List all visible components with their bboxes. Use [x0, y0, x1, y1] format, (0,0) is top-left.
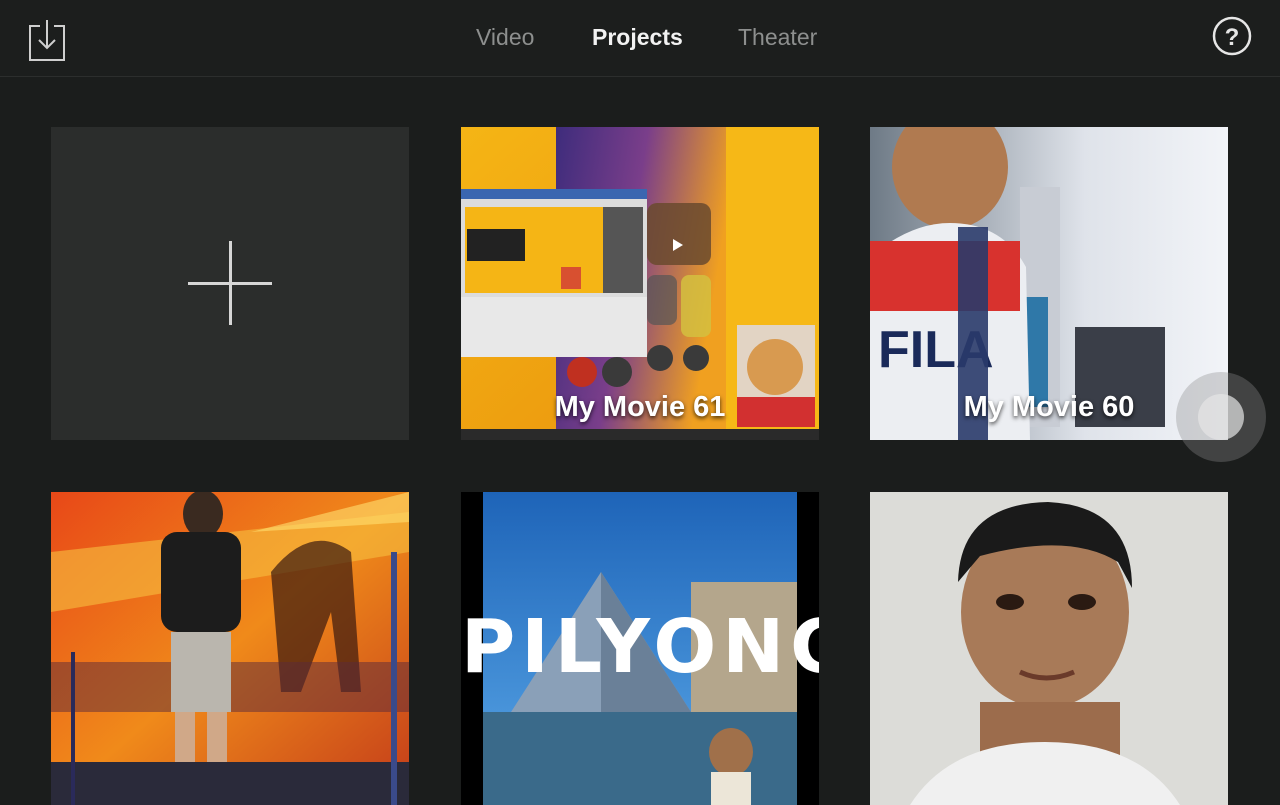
help-glyph: ?: [1225, 24, 1240, 51]
project-tile[interactable]: [51, 492, 409, 805]
help-question-icon: ?: [1212, 16, 1252, 56]
project-title: My Movie 60: [963, 391, 1135, 423]
tab-video[interactable]: Video: [476, 24, 534, 51]
tab-projects[interactable]: Projects: [592, 24, 683, 51]
new-project-tile[interactable]: [51, 127, 409, 440]
project-tile[interactable]: PILYONC: [461, 492, 819, 805]
tab-bar: Video Projects Theater: [0, 0, 1280, 76]
touch-indicator: [1176, 372, 1266, 462]
help-button[interactable]: ?: [1212, 16, 1252, 56]
project-tile-my-movie-60[interactable]: FILA My Movie 60: [870, 127, 1228, 440]
project-tile-my-movie-61[interactable]: My Movie 61: [461, 127, 819, 440]
projects-grid: My Movie 61 FILA My Movie 60 PILYONC: [0, 77, 1280, 805]
project-title: My Movie 61: [554, 391, 726, 423]
project-tile[interactable]: [870, 492, 1228, 805]
plus-icon: [188, 241, 272, 325]
project-thumbnail: [51, 492, 409, 805]
tab-theater[interactable]: Theater: [738, 24, 817, 51]
top-bar: Video Projects Theater ?: [0, 0, 1280, 77]
project-thumbnail: [870, 492, 1228, 805]
thumbnail-overlay-text: PILYONC: [461, 604, 819, 690]
